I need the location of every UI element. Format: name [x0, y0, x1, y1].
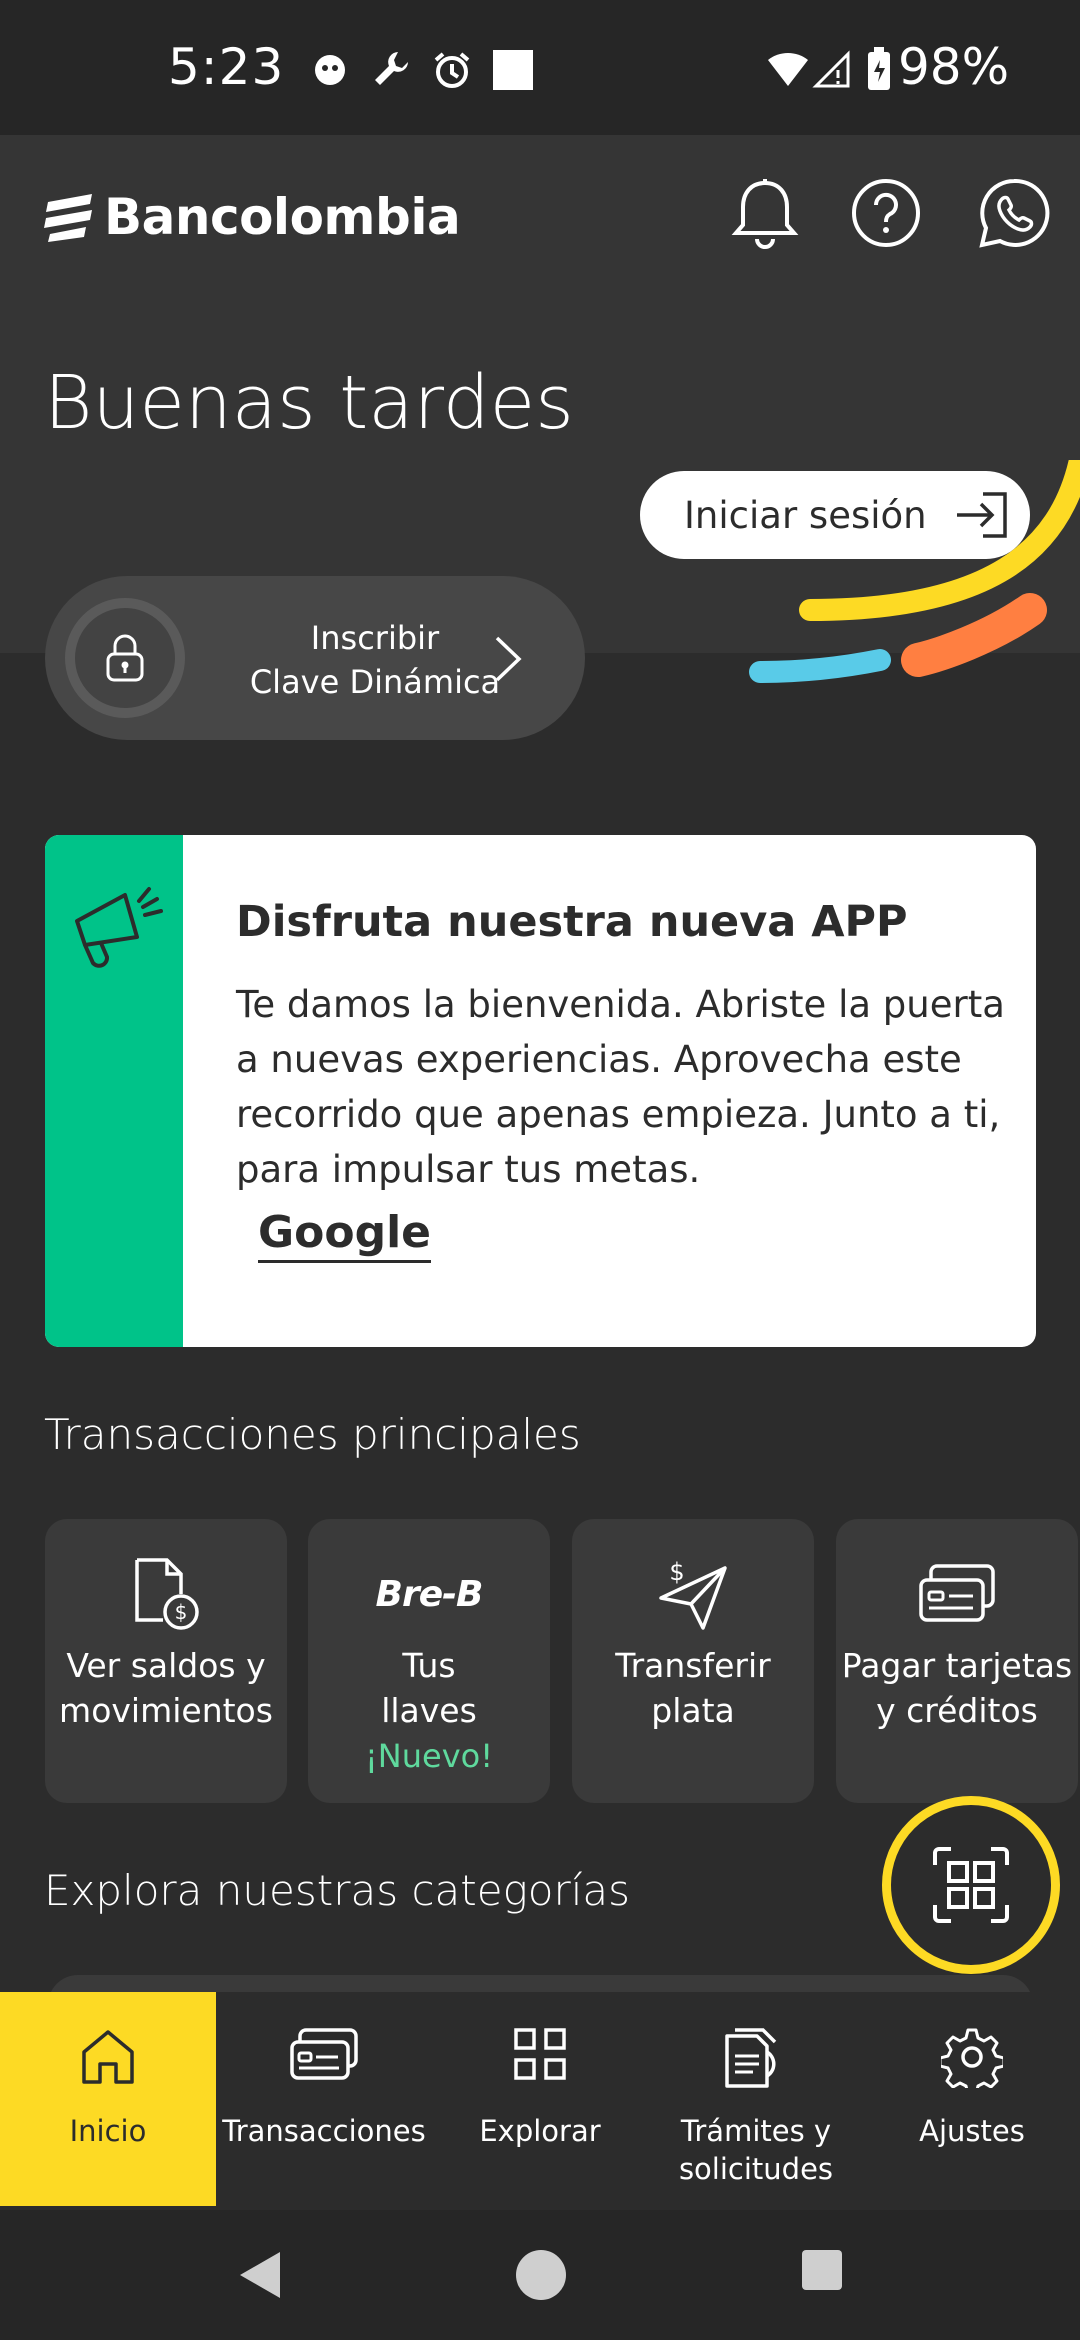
explore-section-title: Explora nuestras categorías: [44, 1866, 631, 1915]
tx-label-line2: y créditos: [876, 1691, 1038, 1730]
tx-label-line1: Ver saldos y: [66, 1646, 266, 1685]
qr-scan-button[interactable]: [882, 1796, 1060, 1974]
banner-title: Disfruta nuestra nueva APP: [236, 897, 908, 947]
login-button[interactable]: Iniciar sesión: [640, 471, 1030, 559]
gear-icon: [941, 2028, 1003, 2088]
nav-label: Explorar: [432, 2112, 648, 2150]
lock-icon: [106, 634, 144, 682]
nav-item-tramites[interactable]: Trámites y solicitudes: [648, 1992, 864, 2206]
tx-label-line2: movimientos: [59, 1691, 273, 1730]
home-button-icon[interactable]: [514, 2248, 568, 2302]
tx-label-line1: Transferir: [615, 1646, 771, 1685]
transactions-section-title: Transacciones principales: [44, 1410, 581, 1459]
alarm-icon: [434, 52, 470, 88]
megaphone-icon: [75, 887, 163, 968]
tx-label: Transferir plata: [572, 1643, 814, 1733]
nav-label-line1: Explorar: [479, 2114, 601, 2148]
square-notification-icon: [493, 50, 533, 90]
nav-label: Inicio: [0, 2112, 216, 2150]
tx-label-line2: llaves: [381, 1691, 477, 1730]
svg-text:$: $: [175, 1600, 188, 1624]
document-icon: [725, 2028, 777, 2088]
transactions-icon: [290, 2028, 358, 2080]
bancolombia-logo: Bancolombia: [42, 188, 461, 246]
bell-icon[interactable]: [730, 177, 800, 253]
nav-item-inicio[interactable]: Inicio: [0, 1992, 216, 2206]
nav-label-line2: solicitudes: [678, 2152, 834, 2186]
tx-label: Ver saldos y movimientos: [45, 1643, 287, 1733]
banner-link[interactable]: Google: [258, 1207, 431, 1263]
tx-label-line1: Tus: [402, 1646, 456, 1685]
nav-label-line1: Transacciones: [222, 2114, 426, 2148]
bancolombia-mark-icon: [44, 194, 92, 242]
qr-code-icon: [933, 1847, 1009, 1923]
status-bar: 5:23 98%: [0, 0, 1080, 135]
wrench-icon: [375, 52, 408, 85]
nav-label-line1: Inicio: [69, 2114, 147, 2148]
login-arrow-icon: [956, 492, 1007, 538]
battery-percentage: 98%: [898, 38, 1010, 96]
promo-banner[interactable]: Disfruta nuestra nueva APP Te damos la b…: [45, 835, 1036, 1347]
nav-item-explorar[interactable]: Explorar: [432, 1992, 648, 2206]
lock-ring: [65, 598, 185, 718]
login-button-label: Iniciar sesión: [684, 493, 927, 537]
enroll-dynamic-key-button[interactable]: Inscribir Clave Dinámica: [45, 576, 585, 740]
send-money-icon: $: [659, 1558, 727, 1630]
nav-item-ajustes[interactable]: Ajustes: [864, 1992, 1080, 2206]
nav-label: Ajustes: [864, 2112, 1080, 2150]
tx-label-line1: Pagar tarjetas: [841, 1646, 1073, 1685]
system-navigation-bar: [0, 2210, 1080, 2340]
bottom-navigation: Inicio Transacciones Explorar Trámites y…: [0, 1992, 1080, 2210]
nav-label-line1: Ajustes: [919, 2114, 1025, 2148]
tx-label: Tus llaves: [308, 1643, 550, 1733]
recents-icon[interactable]: [800, 2248, 844, 2292]
signal-icon: [812, 50, 850, 88]
tx-card-pay-cards[interactable]: Pagar tarjetas y créditos: [836, 1519, 1078, 1803]
brand-name: Bancolombia: [104, 188, 461, 246]
back-icon[interactable]: [234, 2248, 284, 2302]
tx-card-transfer[interactable]: $ Transferir plata: [572, 1519, 814, 1803]
nav-label: Transacciones: [216, 2112, 432, 2150]
nav-item-transacciones[interactable]: Transacciones: [216, 1992, 432, 2206]
whatsapp-icon[interactable]: [978, 177, 1050, 249]
tx-label-line2: plata: [651, 1691, 735, 1730]
tx-card-keys[interactable]: Bre-B Tus llaves ¡Nuevo!: [308, 1519, 550, 1803]
banner-body: Te damos la bienvenida. Abriste la puert…: [236, 983, 1005, 1191]
svg-text:$: $: [669, 1558, 684, 1586]
battery-icon: [868, 47, 890, 90]
app-notification-icon: [315, 55, 345, 85]
new-badge: ¡Nuevo!: [364, 1737, 494, 1775]
grid-icon: [514, 2028, 566, 2080]
cards-icon: [919, 1564, 995, 1622]
nav-label-line1: Trámites y: [680, 2114, 832, 2148]
status-time: 5:23: [168, 38, 285, 96]
document-money-icon: $: [135, 1558, 199, 1630]
home-icon: [82, 2030, 134, 2084]
tx-label: Pagar tarjetas y créditos: [836, 1643, 1078, 1733]
nav-label: Trámites y solicitudes: [648, 2112, 864, 2188]
greeting: Buenas tardes: [44, 360, 574, 446]
chevron-right-icon: [495, 636, 522, 682]
wifi-icon: [768, 52, 808, 86]
bre-b-logo: Bre-B: [375, 1573, 484, 1615]
tx-card-balances[interactable]: $ Ver saldos y movimientos: [45, 1519, 287, 1803]
help-icon[interactable]: [850, 177, 922, 249]
